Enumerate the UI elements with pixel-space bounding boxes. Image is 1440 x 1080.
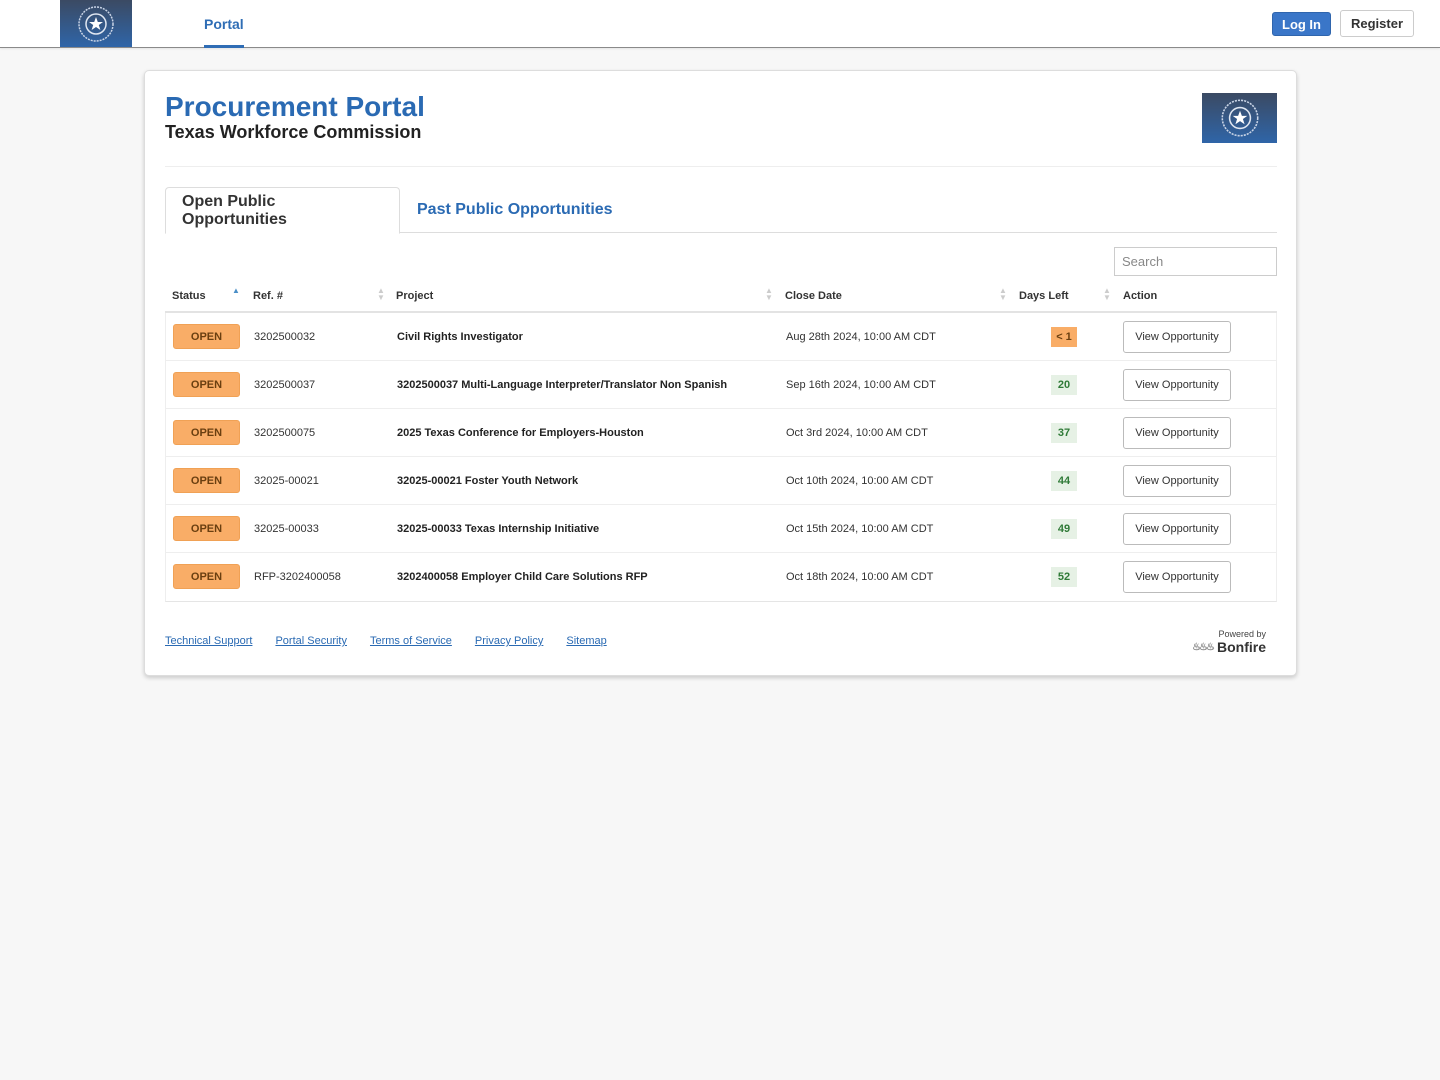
view-opportunity-button[interactable]: View Opportunity (1123, 465, 1231, 497)
ref-number: RFP-3202400058 (254, 570, 341, 583)
column-header-days-left[interactable]: Days Left (1019, 281, 1069, 311)
close-date: Oct 15th 2024, 10:00 AM CDT (786, 522, 934, 535)
tab-past-opportunities[interactable]: Past Public Opportunities (401, 187, 629, 233)
table-row: OPEN 3202500075 2025 Texas Conference for … (166, 409, 1276, 457)
column-header-ref[interactable]: Ref. # (253, 281, 283, 311)
status-badge: OPEN (173, 420, 240, 445)
register-button[interactable]: Register (1340, 10, 1414, 37)
sort-asc-icon[interactable]: ▲ (232, 287, 240, 295)
page-title: Procurement Portal (165, 91, 425, 122)
table-row: OPEN RFP-3202400058 3202400058 Employer Ch… (166, 553, 1276, 601)
column-header-project[interactable]: Project (396, 281, 433, 311)
close-date: Sep 16th 2024, 10:00 AM CDT (786, 378, 936, 391)
status-badge: OPEN (173, 564, 240, 589)
close-date: Oct 18th 2024, 10:00 AM CDT (786, 570, 934, 583)
nav-tab-portal[interactable]: Portal (204, 0, 244, 48)
table-row: OPEN 3202500037 3202500037 Multi-Language … (166, 361, 1276, 409)
view-opportunity-button[interactable]: View Opportunity (1123, 321, 1231, 353)
sort-icon[interactable]: ▲ ▼ (1103, 287, 1111, 302)
project-name: 3202500037 Multi-Language Interpreter/Tr… (397, 378, 728, 391)
days-left-badge: < 1 (1051, 327, 1077, 347)
view-opportunity-button[interactable]: View Opportunity (1123, 417, 1231, 449)
project-name: 3202400058 Employer Child Care Solutions… (397, 570, 648, 583)
bonfire-brand: Bonfire (1217, 639, 1266, 655)
table-header: Status ▲ Ref. # ▲ ▼ Project ▲ ▼ Close Date… (165, 281, 1277, 313)
footer-links: Technical Support Portal Security Terms … (165, 635, 630, 647)
opportunities-table: Status ▲ Ref. # ▲ ▼ Project ▲ ▼ Close Date… (165, 281, 1277, 602)
ref-number: 3202500075 (254, 426, 316, 439)
powered-by-bonfire[interactable]: Powered by ♨♨♨ Bonfire (1192, 629, 1266, 655)
ref-number: 3202500032 (254, 330, 316, 343)
seal-icon (78, 5, 114, 42)
procurement-card: Procurement Portal Texas Workforce Commi… (144, 70, 1297, 676)
project-name: 32025-00021 Foster Youth Network (397, 474, 579, 487)
days-left-badge: 37 (1051, 423, 1077, 443)
days-left-badge: 49 (1051, 519, 1077, 539)
close-date: Oct 3rd 2024, 10:00 AM CDT (786, 426, 928, 439)
table-row: OPEN 32025-00033 32025-00033 Texas Interns… (166, 505, 1276, 553)
seal-icon (1221, 99, 1258, 137)
project-name: 32025-00033 Texas Internship Initiative (397, 522, 600, 535)
page-subtitle: Texas Workforce Commission (165, 122, 422, 142)
footer-link-technical-support[interactable]: Technical Support (165, 635, 252, 647)
sort-icon[interactable]: ▲ ▼ (999, 287, 1007, 302)
view-opportunity-button[interactable]: View Opportunity (1123, 513, 1231, 545)
view-opportunity-button[interactable]: View Opportunity (1123, 561, 1231, 593)
table-row: OPEN 3202500032 Civil Rights Investigator A… (166, 313, 1276, 361)
footer-link-sitemap[interactable]: Sitemap (566, 635, 606, 647)
table-row: OPEN 32025-00021 32025-00021 Foster Youth … (166, 457, 1276, 505)
twc-seal-logo[interactable] (60, 0, 132, 47)
close-date: Aug 28th 2024, 10:00 AM CDT (786, 330, 936, 343)
days-left-badge: 52 (1051, 567, 1077, 587)
status-badge: OPEN (173, 468, 240, 493)
ref-number: 3202500037 (254, 378, 316, 391)
sort-icon[interactable]: ▲ ▼ (377, 287, 385, 302)
footer-link-privacy-policy[interactable]: Privacy Policy (475, 635, 543, 647)
column-header-close-date[interactable]: Close Date (785, 281, 842, 311)
powered-by-label: Powered by (1218, 629, 1266, 639)
opportunity-tabs: Open Public Opportunities Past Public Op… (165, 187, 1277, 234)
status-badge: OPEN (173, 324, 240, 349)
ref-number: 32025-00021 (254, 474, 319, 487)
divider (165, 166, 1277, 167)
footer-link-portal-security[interactable]: Portal Security (275, 635, 347, 647)
search-input[interactable] (1114, 247, 1277, 276)
bonfire-logo-icon: ♨♨♨ (1192, 641, 1215, 653)
column-header-action: Action (1123, 290, 1158, 302)
tab-open-opportunities[interactable]: Open Public Opportunities (165, 187, 400, 234)
ref-number: 32025-00033 (254, 522, 319, 535)
sort-icon[interactable]: ▲ ▼ (765, 287, 773, 302)
project-name: 2025 Texas Conference for Employers-Hous… (397, 426, 644, 439)
org-logo (1202, 93, 1277, 143)
project-name: Civil Rights Investigator (397, 330, 523, 343)
login-button[interactable]: Log In (1272, 12, 1331, 36)
footer-link-terms-of-service[interactable]: Terms of Service (370, 635, 452, 647)
days-left-badge: 20 (1051, 375, 1077, 395)
status-badge: OPEN (173, 516, 240, 541)
table-body: OPEN 3202500032 Civil Rights Investigator A… (165, 313, 1277, 602)
close-date: Oct 10th 2024, 10:00 AM CDT (786, 474, 934, 487)
days-left-badge: 44 (1051, 471, 1077, 491)
view-opportunity-button[interactable]: View Opportunity (1123, 369, 1231, 401)
column-header-status[interactable]: Status (172, 281, 206, 311)
top-navbar: Portal Log In Register (0, 0, 1440, 48)
status-badge: OPEN (173, 372, 240, 397)
